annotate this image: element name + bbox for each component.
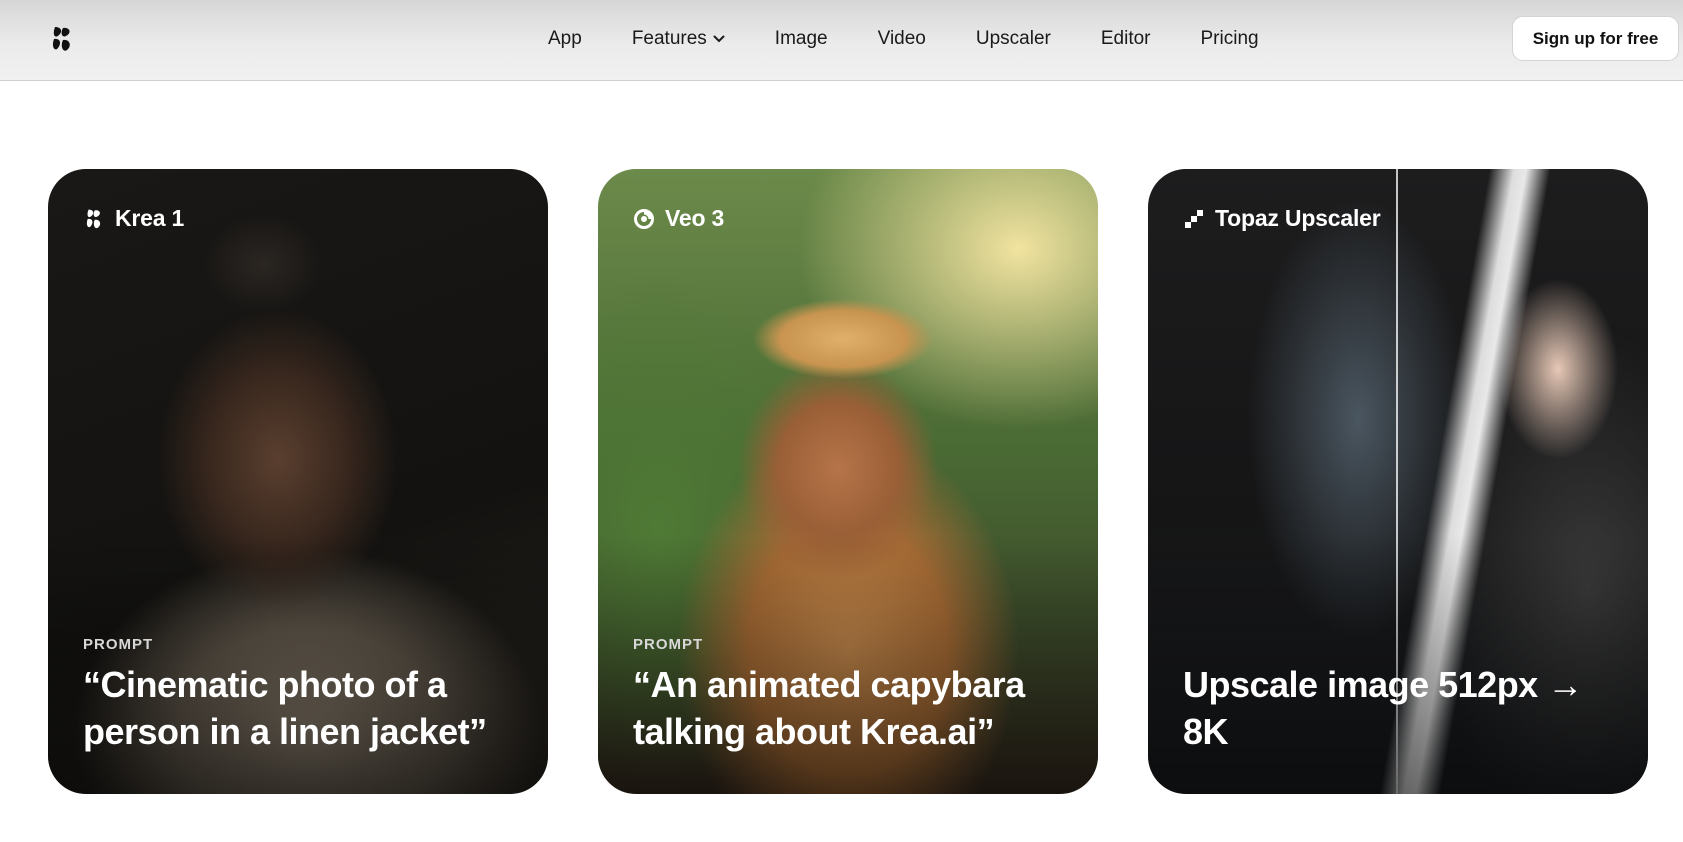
nav-video-label: Video xyxy=(877,27,926,49)
signup-button[interactable]: Sign up for free xyxy=(1512,16,1679,61)
showcase-card-krea[interactable]: Krea 1 PROMPT “Cinematic photo of a pers… xyxy=(48,169,548,794)
krea-logo-icon xyxy=(86,209,101,228)
nav-features-label: Features xyxy=(631,27,707,49)
nav-video[interactable]: Video xyxy=(878,28,926,50)
model-badge: Topaz Upscaler xyxy=(1183,205,1381,232)
nav-pricing[interactable]: Pricing xyxy=(1201,28,1259,50)
model-badge-label: Veo 3 xyxy=(665,205,725,231)
showcase-card-veo[interactable]: Veo 3 PROMPT “An animated capybara talki… xyxy=(598,169,1098,794)
model-badge: Krea 1 xyxy=(83,205,184,232)
model-badge-label: Topaz Upscaler xyxy=(1215,205,1381,231)
prompt-label: PROMPT xyxy=(83,636,154,653)
nav-app[interactable]: App xyxy=(548,28,582,50)
nav-editor[interactable]: Editor xyxy=(1101,28,1151,50)
card-caption: Upscale image 512px → 8K xyxy=(1183,664,1583,752)
top-navbar: App Features Image Video Upscaler Editor… xyxy=(0,0,1683,81)
nav-image[interactable]: Image xyxy=(775,28,828,50)
nav-editor-label: Editor xyxy=(1100,27,1151,49)
nav-upscaler[interactable]: Upscaler xyxy=(976,28,1051,50)
main-nav: App Features Image Video Upscaler Editor… xyxy=(548,0,1309,77)
card-caption: “An animated capybara talking about Krea… xyxy=(633,664,1025,752)
krea-logo-icon[interactable] xyxy=(50,25,74,53)
model-badge: Veo 3 xyxy=(633,205,724,232)
card-caption: “Cinematic photo of a person in a linen … xyxy=(83,664,487,752)
model-badge-label: Krea 1 xyxy=(115,205,185,231)
veo-swirl-icon xyxy=(634,208,654,229)
nav-app-label: App xyxy=(548,27,582,49)
nav-pricing-label: Pricing xyxy=(1200,27,1259,49)
chevron-down-icon xyxy=(713,35,725,42)
nav-features[interactable]: Features xyxy=(632,28,725,50)
nav-upscaler-label: Upscaler xyxy=(975,27,1051,49)
nav-image-label: Image xyxy=(774,27,828,49)
pixel-steps-icon xyxy=(1185,209,1203,228)
showcase-card-topaz[interactable]: Topaz Upscaler Upscale image 512px → 8K xyxy=(1148,169,1648,794)
prompt-label: PROMPT xyxy=(633,636,704,653)
